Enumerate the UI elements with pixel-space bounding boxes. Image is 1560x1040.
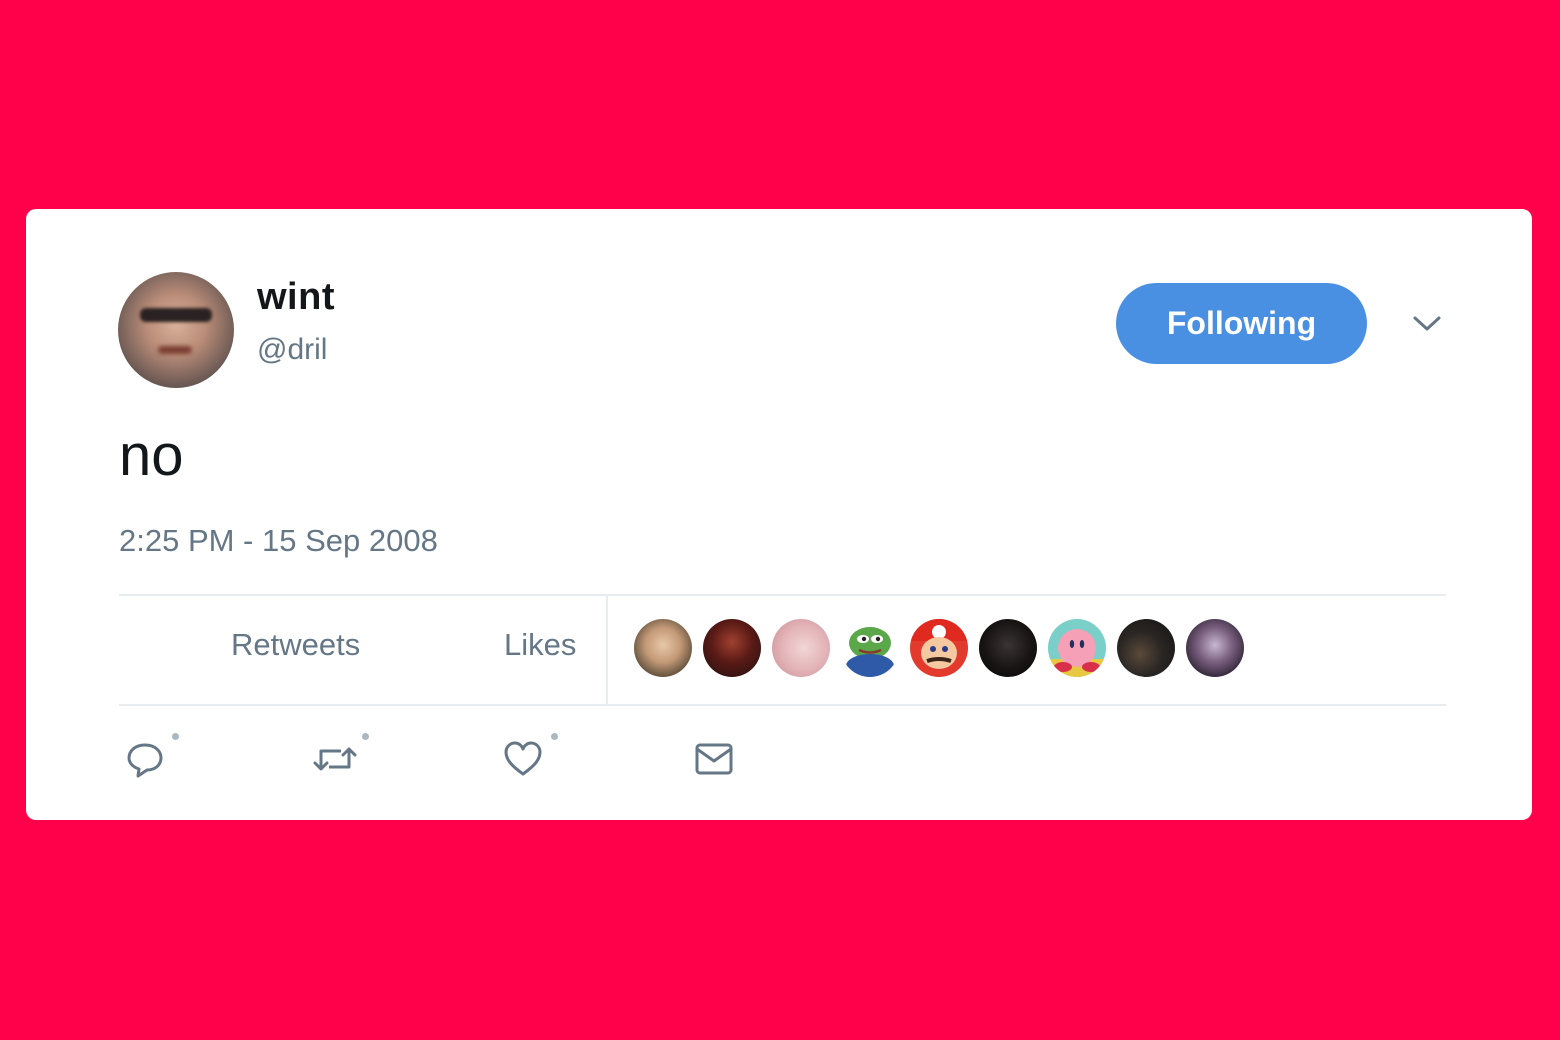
liker-avatar[interactable] (1117, 619, 1175, 677)
like-count-dot (551, 733, 558, 740)
reply-icon[interactable] (123, 737, 167, 781)
liker-avatar[interactable] (910, 619, 968, 677)
tweet-card: wint @dril Following no 2:25 PM - 15 Sep… (26, 209, 1532, 820)
divider (119, 704, 1446, 706)
tweet-text: no (119, 423, 184, 488)
liker-avatar[interactable] (772, 619, 830, 677)
divider (119, 594, 1446, 596)
retweet-icon[interactable] (313, 737, 357, 781)
tweet-timestamp[interactable]: 2:25 PM - 15 Sep 2008 (119, 523, 438, 559)
liker-avatar[interactable] (979, 619, 1037, 677)
direct-message-icon[interactable] (692, 737, 736, 781)
avatar-sunglasses (140, 308, 212, 322)
like-icon[interactable] (501, 737, 545, 781)
retweets-stat[interactable]: Retweets (231, 627, 360, 663)
liker-avatar[interactable] (1186, 619, 1244, 677)
liker-avatar[interactable] (1048, 619, 1106, 677)
liker-avatar[interactable] (634, 619, 692, 677)
liker-avatar[interactable] (703, 619, 761, 677)
more-options-chevron-down-icon[interactable] (1409, 309, 1445, 339)
liker-avatars (634, 619, 1244, 677)
retweet-count-dot (362, 733, 369, 740)
likes-stat[interactable]: Likes (504, 627, 576, 663)
following-button[interactable]: Following (1116, 283, 1367, 364)
author-avatar[interactable] (118, 272, 234, 388)
avatar-mouth (158, 346, 192, 354)
stats-divider (606, 596, 608, 704)
reply-count-dot (172, 733, 179, 740)
liker-avatar[interactable] (841, 619, 899, 677)
author-handle[interactable]: @dril (257, 333, 327, 367)
author-name[interactable]: wint (257, 276, 335, 319)
